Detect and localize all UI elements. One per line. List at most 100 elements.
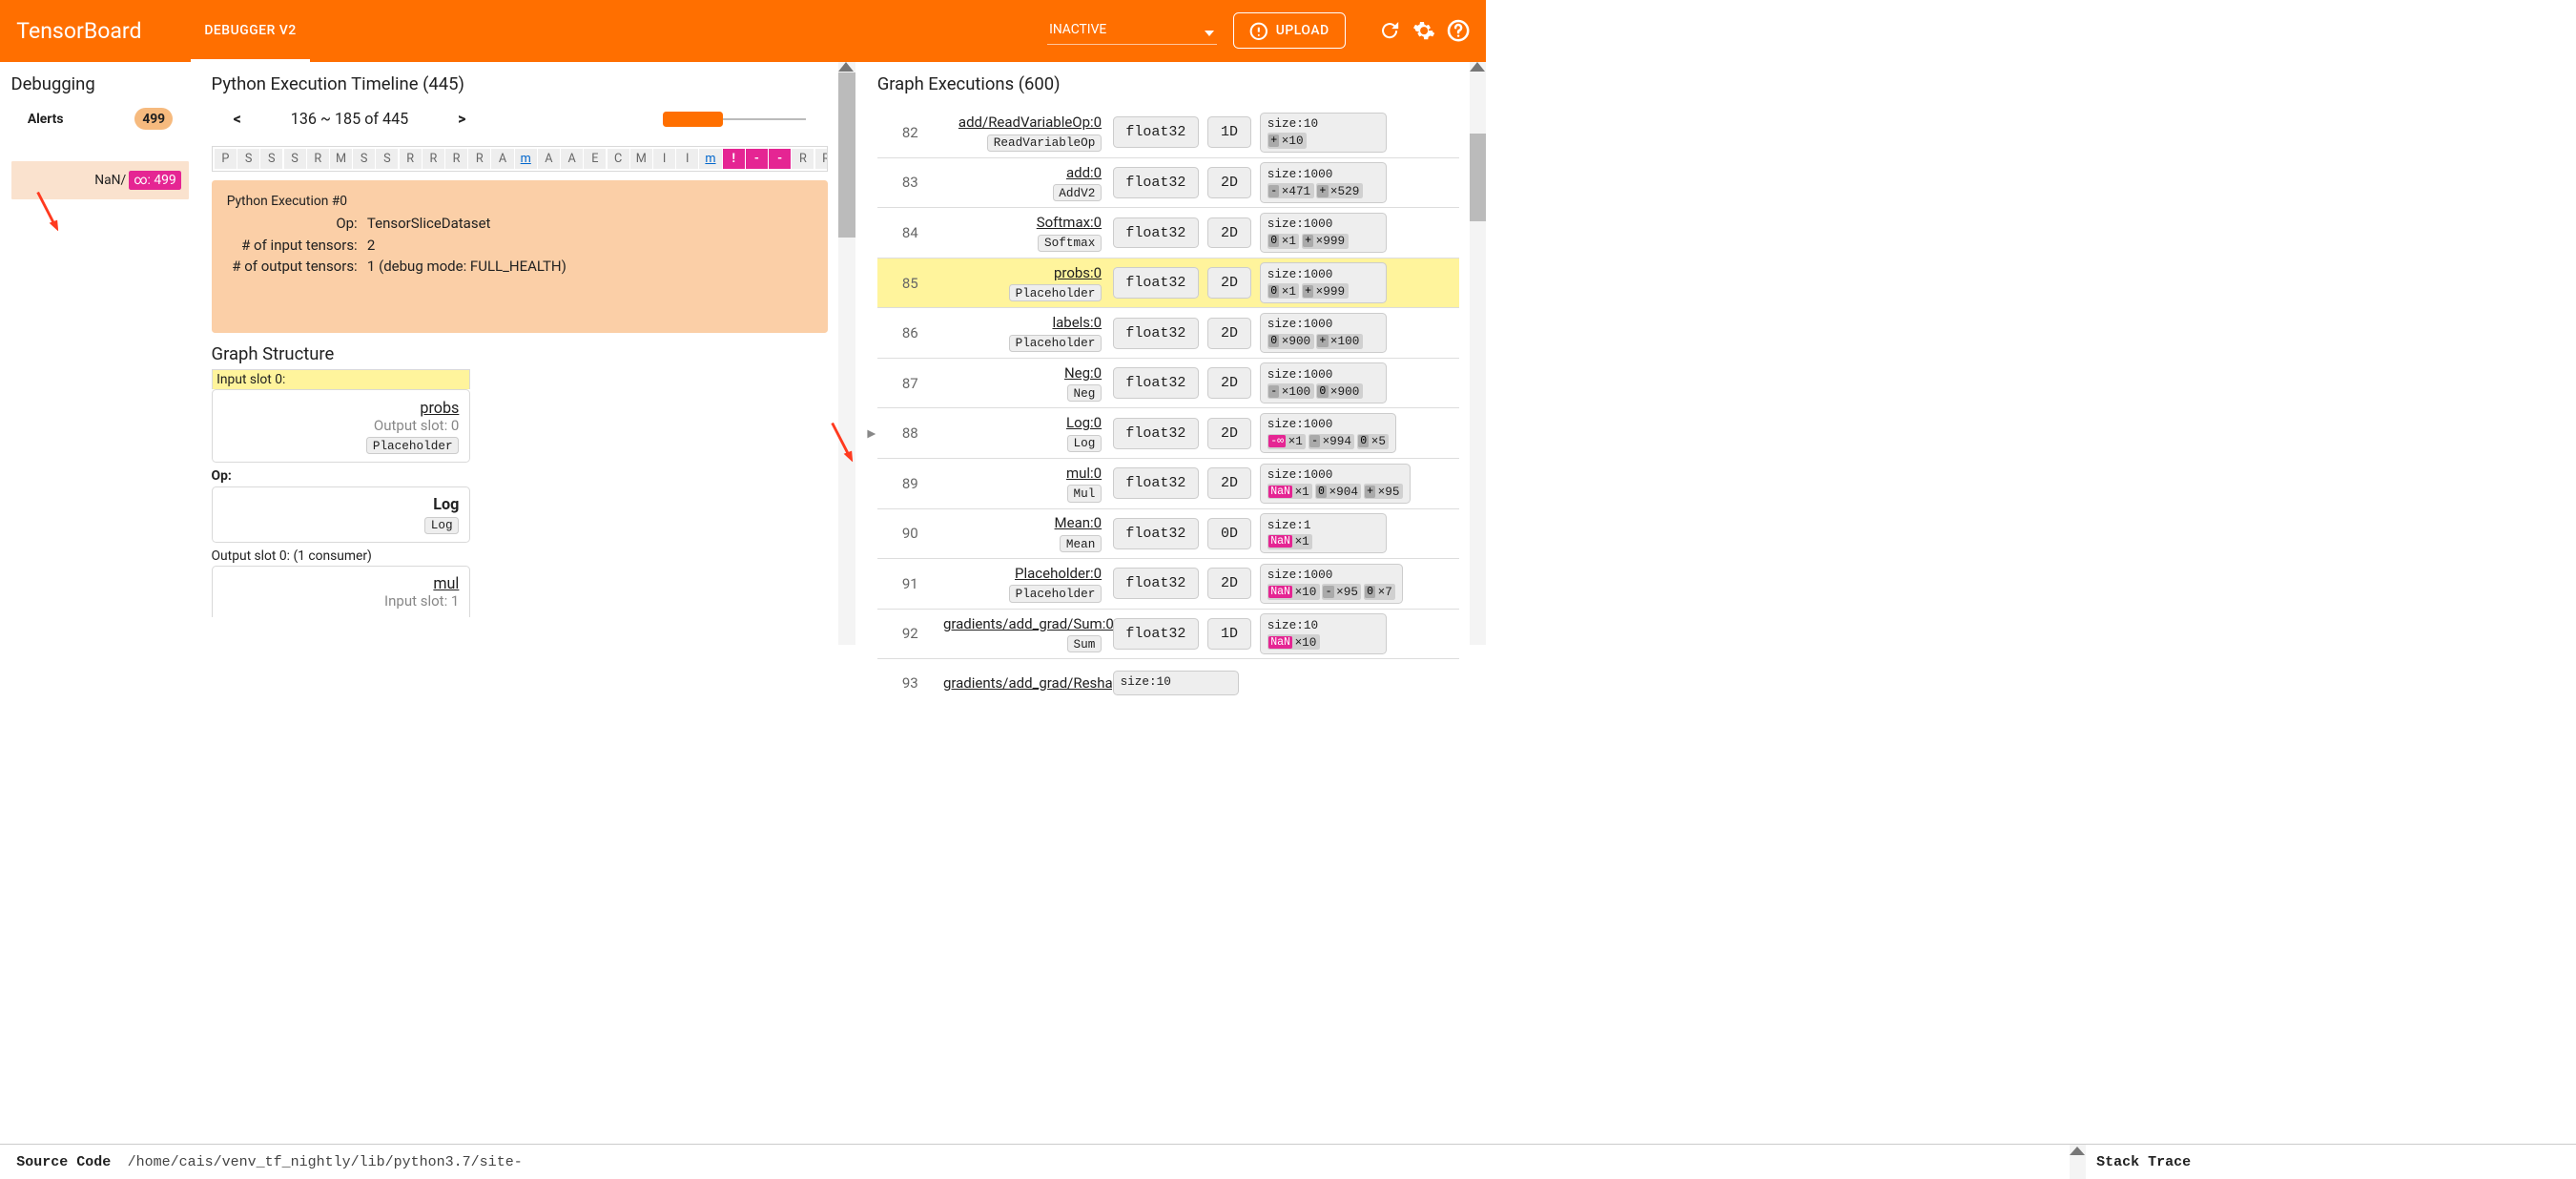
app-header: TensorBoard DEBUGGER V2 INACTIVE UPLOAD	[0, 0, 1486, 62]
execution-header: Python Execution #0	[227, 194, 813, 209]
status-select[interactable]: INACTIVE	[1047, 17, 1217, 45]
graph-exec-row[interactable]: 84 Softmax:0Softmax float32 2D size:1000…	[877, 207, 1459, 258]
exec-tensor-name[interactable]: Neg:0	[943, 364, 1102, 382]
exec-tensor-name[interactable]: labels:0	[943, 314, 1102, 331]
exec-tensor-name[interactable]: Mean:0	[943, 514, 1102, 531]
graph-exec-row[interactable]: 82 add/ReadVariableOp:0ReadVariableOp fl…	[877, 108, 1459, 157]
source-path: /home/cais/venv_tf_nightly/lib/python3.7…	[128, 1154, 2059, 1170]
graph-exec-row[interactable]: 93 gradients/add_grad/Reshape:0 size:10	[877, 658, 1459, 707]
timeline-range-label: 136 ~ 185 of 445	[291, 110, 408, 128]
input-op-chip: Placeholder	[366, 437, 459, 454]
exec-op-chip: ReadVariableOp	[987, 134, 1102, 152]
graph-structure-title: Graph Structure	[212, 343, 828, 364]
footer-bar: Source Code /home/cais/venv_tf_nightly/l…	[0, 1144, 2576, 1179]
timeline-cell[interactable]: -	[746, 149, 768, 169]
graph-exec-row[interactable]: 87 Neg:0Neg float32 2D size:1000-×1000×9…	[877, 358, 1459, 408]
timeline-cell[interactable]: P	[215, 149, 237, 169]
output-card[interactable]: mul Input slot: 1	[212, 566, 470, 617]
timeline-cell[interactable]: A	[538, 149, 560, 169]
exec-op-chip: Mean	[1060, 535, 1102, 552]
graph-exec-row[interactable]: 86 labels:0Placeholder float32 2D size:1…	[877, 307, 1459, 358]
timeline-cell[interactable]: M	[330, 149, 352, 169]
timeline-cell[interactable]: S	[237, 149, 259, 169]
tab-debugger-v2[interactable]: DEBUGGER V2	[191, 0, 309, 62]
dtype-chip: float32	[1113, 467, 1199, 499]
timeline-cell[interactable]: R	[307, 149, 329, 169]
timeline-cell[interactable]: R	[400, 149, 422, 169]
execution-detail-box: Python Execution #0 Op:TensorSliceDatase…	[212, 180, 828, 332]
exec-tensor-name[interactable]: Softmax:0	[943, 214, 1102, 231]
timeline-cell[interactable]: R	[468, 149, 490, 169]
dtype-chip: float32	[1113, 518, 1199, 549]
graph-exec-row[interactable]: 89 mul:0Mul float32 2D size:1000NaN×10×9…	[877, 458, 1459, 508]
timeline-cell[interactable]: !	[723, 149, 745, 169]
values-box: size:10000×1+×999	[1260, 213, 1387, 253]
timeline-cell[interactable]: -	[769, 149, 791, 169]
exec-tensor-name[interactable]: probs:0	[943, 264, 1102, 281]
dtype-chip: float32	[1113, 116, 1199, 148]
timeline-cell[interactable]: R	[445, 149, 467, 169]
timeline-title: Python Execution Timeline (445)	[212, 73, 828, 94]
timeline-cell[interactable]: m	[699, 149, 721, 169]
graph-exec-row[interactable]: 90 Mean:0Mean float32 0D size:1NaN×1	[877, 508, 1459, 559]
timeline-cell[interactable]: C	[608, 149, 629, 169]
exec-op-chip: Sum	[1067, 635, 1102, 652]
footer-scrollbar[interactable]	[2070, 1145, 2085, 1179]
values-box: size:10NaN×10	[1260, 613, 1387, 653]
exec-tensor-name[interactable]: Log:0	[943, 414, 1102, 431]
graph-exec-row[interactable]: ▶88 Log:0Log float32 2D size:1000-∞×1-×9…	[877, 407, 1459, 458]
values-box: size:1000NaN×10-×950×7	[1260, 564, 1403, 604]
stack-trace-label: Stack Trace	[2096, 1154, 2576, 1170]
gear-icon[interactable]	[1412, 19, 1435, 42]
timeline-cell[interactable]: A	[561, 149, 583, 169]
vertical-scrollbar[interactable]	[838, 62, 855, 646]
output-name: mul	[222, 574, 459, 592]
input-name: probs	[222, 399, 459, 417]
input-card[interactable]: probs Output slot: 0 Placeholder	[212, 389, 470, 463]
timeline-cell[interactable]: I	[676, 149, 698, 169]
graph-executions-panel: Graph Executions (600) 82 add/ReadVariab…	[855, 62, 1471, 646]
graph-exec-row[interactable]: 83 add:0AddV2 float32 2D size:1000-×471+…	[877, 157, 1459, 208]
timeline-prev-button[interactable]: <	[234, 110, 241, 128]
timeline-cell[interactable]: S	[260, 149, 282, 169]
timeline-cell[interactable]: S	[376, 149, 398, 169]
timeline-cell[interactable]: R	[422, 149, 444, 169]
op-card[interactable]: Log Log	[212, 486, 470, 543]
graph-exec-row[interactable]: 85 probs:0Placeholder float32 2D size:10…	[877, 258, 1459, 308]
timeline-cell[interactable]: R	[815, 149, 828, 169]
help-icon[interactable]	[1447, 19, 1470, 42]
input-sublabel: Output slot: 0	[222, 417, 459, 434]
vertical-scrollbar-2[interactable]	[1470, 62, 1486, 646]
timeline-cell[interactable]: S	[353, 149, 375, 169]
timeline-cell[interactable]: m	[515, 149, 537, 169]
timeline-zoom-slider[interactable]	[663, 118, 806, 120]
timeline-cell[interactable]: I	[653, 149, 675, 169]
timeline-cell[interactable]: S	[284, 149, 306, 169]
exec-tensor-name[interactable]: add/ReadVariableOp:0	[943, 114, 1102, 131]
python-execution-panel: Python Execution Timeline (445) < 136 ~ …	[200, 62, 838, 646]
exec-tensor-name[interactable]: Placeholder:0	[943, 565, 1102, 582]
dtype-chip: float32	[1113, 418, 1199, 449]
exec-tensor-name[interactable]: gradients/add_grad/Reshape:0	[943, 674, 1102, 692]
timeline-cell[interactable]: R	[792, 149, 814, 169]
graph-exec-row[interactable]: 91 Placeholder:0Placeholder float32 2D s…	[877, 558, 1459, 609]
graph-exec-title: Graph Executions (600)	[877, 73, 1459, 94]
op-chip: Log	[424, 517, 459, 534]
reload-icon[interactable]	[1378, 19, 1401, 42]
values-box: size:1000NaN×10×904+×95	[1260, 464, 1411, 504]
timeline-cell[interactable]: A	[491, 149, 513, 169]
exec-op-chip: Neg	[1067, 384, 1102, 402]
exec-op-chip: Placeholder	[1009, 335, 1102, 352]
exec-tensor-name[interactable]: gradients/add_grad/Sum:0	[943, 615, 1102, 632]
dtype-chip: float32	[1113, 267, 1199, 299]
exec-tensor-name[interactable]: add:0	[943, 164, 1102, 181]
timeline-cell[interactable]: M	[630, 149, 652, 169]
timeline-cell[interactable]: E	[584, 149, 606, 169]
upload-button[interactable]: UPLOAD	[1233, 12, 1346, 49]
graph-exec-row[interactable]: 92 gradients/add_grad/Sum:0Sum float32 1…	[877, 609, 1459, 659]
alerts-count-badge[interactable]: 499	[134, 108, 173, 130]
debugging-title: Debugging	[11, 73, 190, 94]
exec-tensor-name[interactable]: mul:0	[943, 465, 1102, 482]
timeline-next-button[interactable]: >	[458, 110, 465, 128]
shape-chip: 2D	[1207, 367, 1250, 399]
